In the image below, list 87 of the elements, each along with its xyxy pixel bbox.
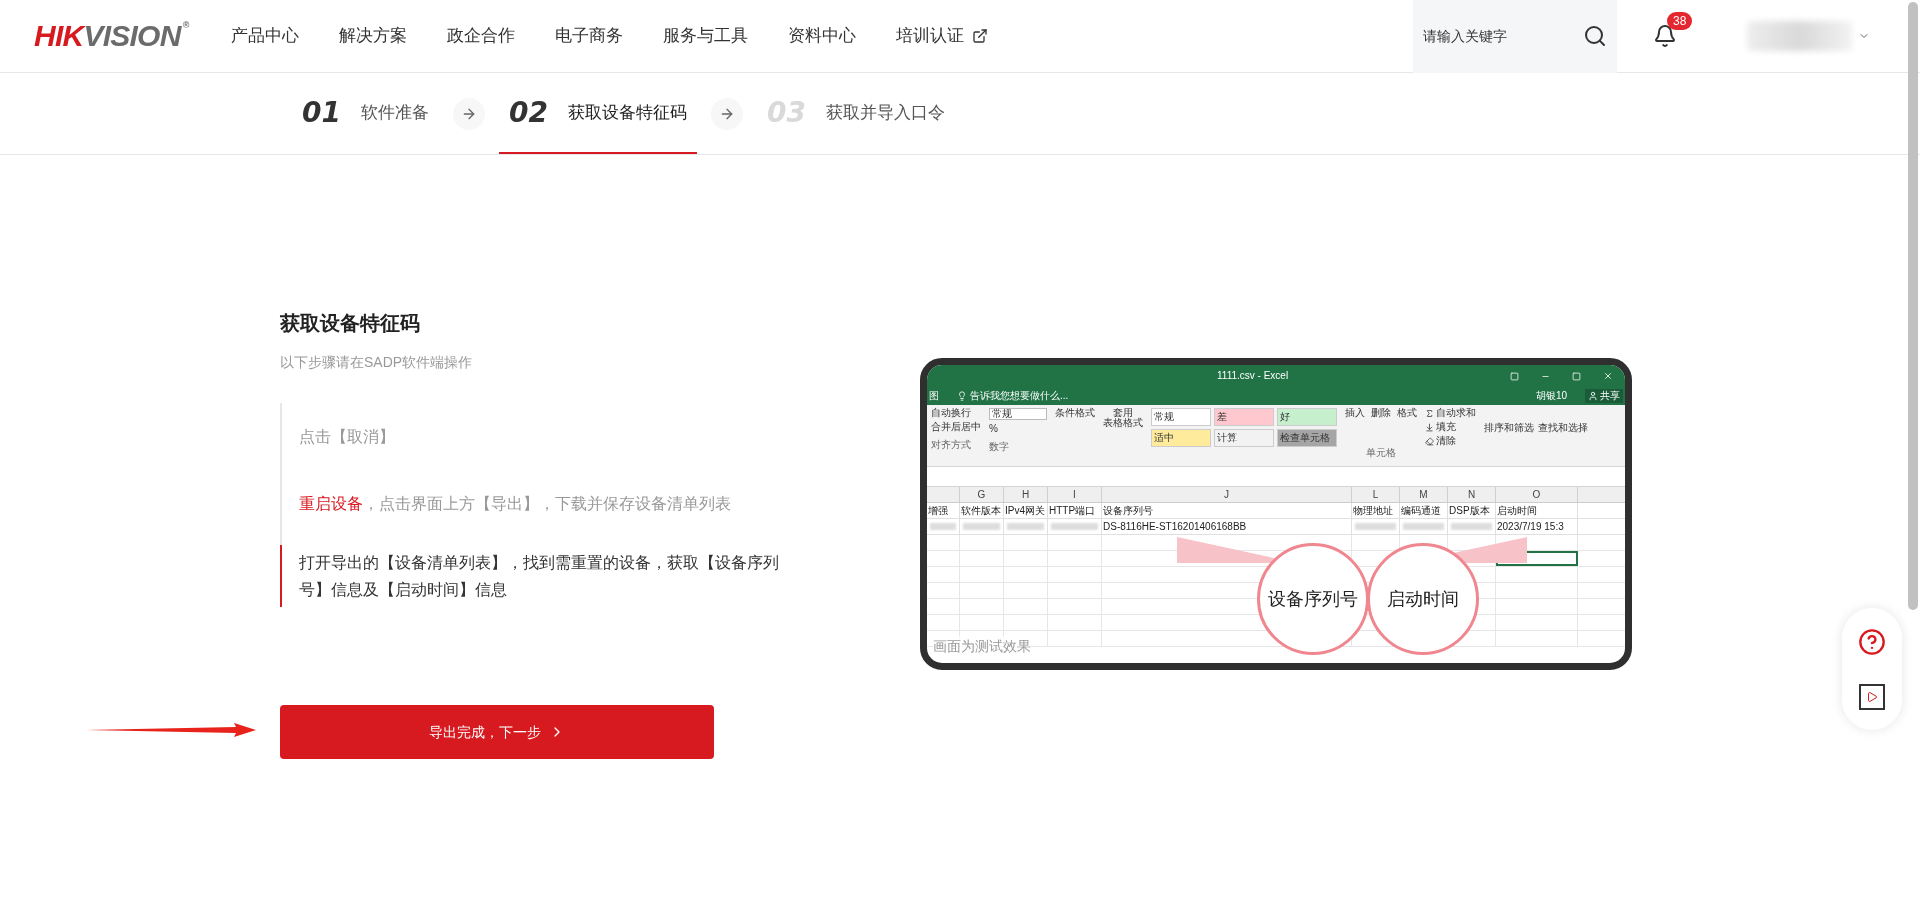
section-title: 获取设备特征码 — [280, 311, 421, 336]
nav-link[interactable]: 电子商务 — [554, 23, 623, 49]
group-label: 对齐方式 — [931, 440, 971, 450]
nav-link[interactable]: 政企合作 — [446, 23, 515, 49]
table-format-button[interactable]: 套用 表格格式 — [1103, 408, 1143, 428]
percent-button[interactable]: % — [989, 424, 998, 434]
cell-style-swatch[interactable]: 常规 — [1151, 408, 1211, 426]
wrap-text-button[interactable]: 自动换行 — [931, 408, 971, 418]
insert-button[interactable]: 插入 — [1345, 408, 1365, 418]
blurred-cell-value — [930, 523, 956, 530]
group-label: 数字 — [989, 442, 1009, 452]
table-cell: 启动时间 — [1496, 503, 1578, 518]
window-controls-icon — [1510, 371, 1613, 381]
blurred-cell-value — [1051, 523, 1098, 530]
fill-down-icon — [1425, 422, 1434, 432]
user-name: 胡银10 — [1535, 391, 1567, 401]
magnifier-callout: 设备序列号 — [1257, 543, 1369, 655]
step-tab[interactable]: 01 软件准备 — [292, 73, 439, 154]
help-icon[interactable] — [1858, 628, 1886, 656]
nav-link[interactable]: 解决方案 — [338, 23, 407, 49]
table-cell: IPv4网关 — [1004, 503, 1048, 518]
nav-link[interactable]: 资料中心 — [787, 23, 856, 49]
find-select-button[interactable]: 查找和选择 — [1538, 423, 1588, 433]
blurred-cell-value — [963, 523, 1000, 530]
arrow-right-icon — [452, 97, 485, 130]
cell-style-swatch[interactable]: 检查单元格 — [1277, 429, 1337, 447]
blurred-cell-value — [1451, 523, 1492, 530]
autosum-button[interactable]: 自动求和 — [1425, 408, 1476, 418]
table-cell: HTTP端口 — [1048, 503, 1102, 518]
external-link-icon — [971, 28, 988, 44]
column-letter: J — [1102, 487, 1352, 502]
format-button[interactable]: 格式 — [1397, 408, 1417, 418]
clear-button[interactable]: 清除 — [1425, 436, 1476, 446]
table-cell: DS-8116HE-ST16201406168BB — [1102, 519, 1352, 534]
table-cell: DSP版本 — [1448, 503, 1496, 518]
column-letter: N — [1448, 487, 1496, 502]
next-step-button[interactable]: 导出完成，下一步 — [280, 705, 714, 759]
column-letter: G — [960, 487, 1004, 502]
nav-link[interactable]: 服务与工具 — [662, 23, 748, 49]
eraser-icon — [1425, 436, 1434, 446]
column-letter: H — [1004, 487, 1048, 502]
blurred-cell-value — [1355, 523, 1396, 530]
instruction-step: 重启设备，点击界面上方【导出】，下载并保存设备清单列表 — [280, 490, 800, 545]
user-icon — [1588, 391, 1598, 401]
instruction-step: 点击【取消】 — [280, 403, 800, 490]
table-cell: 物理地址 — [1352, 503, 1400, 518]
table-cell: 编码通道 — [1400, 503, 1448, 518]
ribbon-tab[interactable]: 图 — [929, 391, 939, 401]
column-letter: L — [1352, 487, 1400, 502]
fill-button[interactable]: 填充 — [1425, 422, 1476, 432]
column-letter: M — [1400, 487, 1448, 502]
video-play-icon[interactable] — [1859, 684, 1885, 710]
cell-style-swatch[interactable]: 差 — [1214, 408, 1274, 426]
search-icon[interactable] — [1583, 24, 1607, 48]
section-subtitle: 以下步骤请在SADP软件端操作 — [280, 353, 474, 372]
conditional-format-button[interactable]: 条件格式 — [1055, 408, 1095, 418]
table-cell: 软件版本 — [960, 503, 1004, 518]
magnifier-callout: 启动时间 — [1367, 543, 1479, 655]
instruction-step: 打开导出的【设备清单列表】，找到需重置的设备，获取【设备序列号】信息及【启动时间】信息 — [280, 545, 800, 607]
column-letter: O — [1496, 487, 1578, 502]
column-letter: I — [1048, 487, 1102, 502]
sigma-icon — [1425, 408, 1434, 418]
logo[interactable]: HIKVISION® — [34, 21, 189, 51]
blurred-cell-value — [1007, 523, 1044, 530]
nav-link[interactable]: 产品中心 — [230, 23, 299, 49]
table-cell: 2023/7/19 15:3 — [1496, 519, 1578, 534]
cell-style-swatch[interactable]: 好 — [1277, 408, 1337, 426]
sort-filter-button[interactable]: 排序和筛选 — [1484, 423, 1534, 433]
window-title: 1111.csv - Excel — [1217, 371, 1289, 381]
lightbulb-icon — [957, 391, 967, 401]
notification-bell-icon[interactable] — [1653, 24, 1677, 48]
group-label: 单元格 — [1366, 448, 1396, 458]
share-button[interactable]: 共享 — [1585, 389, 1623, 403]
search-field[interactable]: 请输入关键字 — [1423, 25, 1583, 47]
nav-link[interactable]: 培训认证 — [895, 23, 988, 49]
cell-style-swatch[interactable]: 适中 — [1151, 429, 1211, 447]
merge-center-button[interactable]: 合并后居中 — [931, 422, 981, 432]
delete-button[interactable]: 删除 — [1371, 408, 1391, 418]
notification-count-badge: 38 — [1667, 12, 1693, 30]
tell-me-field[interactable]: 告诉我您想要做什么... — [957, 391, 1069, 401]
blurred-cell-value — [1403, 523, 1444, 530]
step-tab[interactable]: 02 获取设备特征码 — [498, 73, 697, 154]
table-cell: 增强 — [927, 503, 960, 518]
table-cell: 设备序列号 — [1102, 503, 1352, 518]
number-format-select[interactable]: 常规 — [989, 408, 1047, 420]
cell-style-swatch[interactable]: 计算 — [1214, 429, 1274, 447]
arrow-right-icon — [710, 97, 743, 130]
